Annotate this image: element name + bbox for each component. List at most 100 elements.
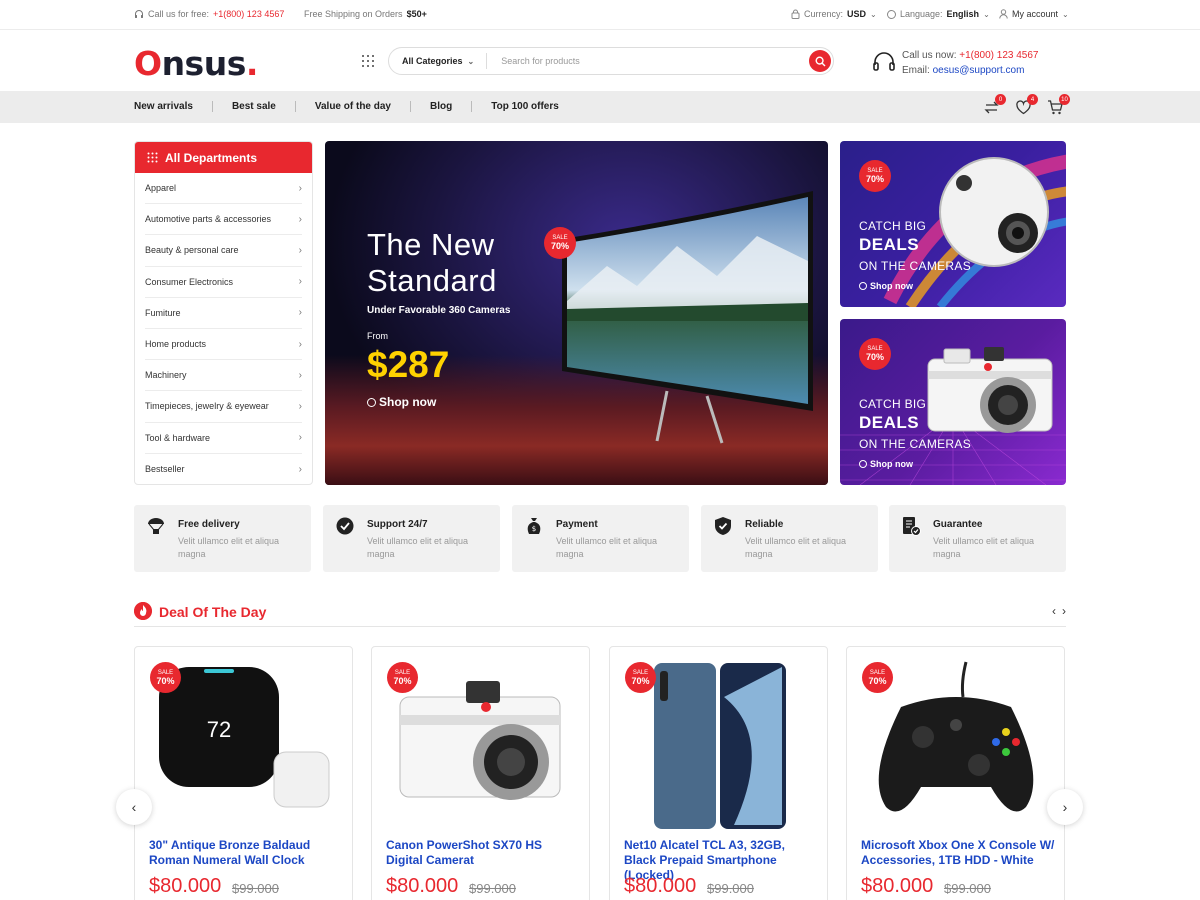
- next-arrow-icon[interactable]: ›: [1062, 604, 1066, 618]
- product-card[interactable]: 72 SALE 70% 30" Antique Bronze Baldaud Ro…: [134, 646, 353, 900]
- wishlist-count-badge: 4: [1027, 94, 1038, 105]
- product-price: $80.000: [386, 875, 459, 897]
- department-item-automotive[interactable]: Automotive parts & accessories ›: [145, 204, 302, 236]
- compare-button[interactable]: 0: [983, 94, 1006, 116]
- department-item-timepieces[interactable]: Timepieces, jewelry & eyewear ›: [145, 391, 302, 423]
- wishlist-button[interactable]: 4: [1015, 94, 1038, 116]
- main-nav: New arrivals Best sale Value of the day …: [0, 91, 1200, 123]
- circle-arrow-icon: [859, 460, 867, 468]
- department-item-machinery[interactable]: Machinery ›: [145, 360, 302, 392]
- chevron-right-icon: ›: [298, 276, 302, 288]
- 360-camera-image: [939, 157, 1049, 267]
- department-item-bestseller[interactable]: Bestseller ›: [145, 454, 302, 484]
- badge-check-icon: [336, 517, 354, 535]
- carousel-next-button[interactable]: ›: [1047, 789, 1083, 825]
- hero-price: $287: [367, 344, 450, 385]
- product-card[interactable]: SALE 70% Microsoft Xbox One X Console W/ …: [846, 646, 1065, 900]
- search-icon: [814, 55, 825, 66]
- prev-arrow-icon[interactable]: ‹: [1052, 604, 1056, 618]
- nav-best-sale[interactable]: Best sale: [213, 101, 296, 112]
- shipping-info: Free Shipping on Orders $50+: [304, 9, 427, 19]
- department-item-tools[interactable]: Tool & hardware ›: [145, 423, 302, 454]
- nav-value-of-the-day[interactable]: Value of the day: [296, 101, 411, 112]
- compare-count-badge: 0: [995, 94, 1006, 105]
- currency-value: USD: [847, 9, 867, 19]
- department-item-apparel[interactable]: Apparel ›: [145, 173, 302, 205]
- product-old-price: $99.000: [944, 881, 991, 896]
- promo-line2: DEALS: [859, 413, 920, 432]
- chevron-right-icon: ›: [298, 400, 302, 412]
- hero-shop-now-link[interactable]: Shop now: [367, 395, 436, 409]
- promo-banner-camera[interactable]: SALE 70% CATCH BIG DEALS ON THE CAMERAS S…: [840, 319, 1066, 485]
- sale-badge: SALE 70%: [859, 338, 891, 370]
- product-old-price: $99.000: [232, 881, 279, 896]
- headphone-icon: [135, 10, 143, 18]
- account-label: My account: [1012, 9, 1059, 19]
- top-call-number[interactable]: +1(800) 123 4567: [213, 9, 284, 19]
- cart-button[interactable]: 10: [1047, 94, 1070, 116]
- shield-check-icon: [715, 517, 731, 535]
- department-item-home-products[interactable]: Home products ›: [145, 329, 302, 361]
- currency-selector[interactable]: Currency: USD ⌄: [791, 9, 877, 19]
- sale-badge: SALE 70%: [544, 227, 576, 259]
- language-selector[interactable]: Language: English ⌄: [887, 9, 990, 19]
- account-menu[interactable]: My account ⌄: [999, 9, 1069, 19]
- promo-banner-360-camera[interactable]: SALE 70% CATCH BIG DEALS ON THE CAMERAS S…: [840, 141, 1066, 307]
- hero-banner[interactable]: SALE 70% The New Standard Under Favorable …: [325, 141, 828, 485]
- thermostat-temperature: 72: [207, 717, 231, 742]
- department-item-furniture[interactable]: Fumiture ›: [145, 298, 302, 329]
- category-dropdown-label: All Categories: [402, 56, 463, 66]
- site-logo[interactable]: Onsus.: [134, 44, 258, 83]
- sale-badge: SALE 70%: [625, 662, 656, 693]
- nav-blog[interactable]: Blog: [411, 101, 473, 112]
- language-label: Language:: [900, 9, 943, 19]
- user-icon: [999, 9, 1008, 19]
- tv-image: [562, 191, 813, 444]
- currency-label: Currency:: [804, 9, 844, 19]
- product-old-price: $99.000: [707, 881, 754, 896]
- deal-of-the-day-header: Deal Of The Day ‹ ›: [134, 602, 1066, 627]
- search-bar: All Categories ⌄: [388, 47, 834, 75]
- product-name[interactable]: Canon PowerShot SX70 HS Digital Camerat: [386, 838, 581, 868]
- search-input[interactable]: [501, 56, 802, 66]
- top-call-label: Call us for free:: [148, 9, 210, 19]
- call-now-number[interactable]: +1(800) 123 4567: [959, 50, 1038, 61]
- promo-shop-now-link[interactable]: Shop now: [859, 281, 913, 291]
- product-card[interactable]: SALE 70% Canon PowerShot SX70 HS Digital …: [371, 646, 590, 900]
- feature-payment: $ Payment Velit ullamco elit et aliqua m…: [512, 505, 689, 572]
- sale-badge: SALE 70%: [859, 160, 891, 192]
- parachute-icon: [148, 518, 164, 534]
- department-item-consumer-electronics[interactable]: Consumer Electronics ›: [145, 267, 302, 298]
- grid-menu-icon[interactable]: [362, 55, 374, 67]
- shipping-label: Free Shipping on Orders: [304, 9, 403, 19]
- circle-arrow-icon: [859, 282, 867, 290]
- product-price: $80.000: [149, 875, 222, 897]
- email-label: Email:: [902, 65, 930, 76]
- category-dropdown[interactable]: All Categories ⌄: [389, 53, 488, 69]
- lock-icon: [791, 9, 800, 19]
- department-item-beauty[interactable]: Beauty & personal care ›: [145, 235, 302, 267]
- hero-from-label: From: [367, 331, 388, 341]
- product-card[interactable]: SALE 70% Net10 Alcatel TCL A3, 32GB, Blac…: [609, 646, 828, 900]
- chevron-down-icon: ⌄: [1062, 9, 1069, 19]
- shipping-value: $50+: [406, 9, 427, 19]
- chevron-right-icon: ›: [298, 338, 302, 350]
- promo-line1: CATCH BIG: [859, 219, 927, 233]
- svg-text:$: $: [532, 525, 536, 533]
- promo-shop-now-link[interactable]: Shop now: [859, 459, 913, 469]
- chevron-down-icon: ⌄: [983, 9, 990, 19]
- nav-top-100-offers[interactable]: Top 100 offers: [472, 101, 578, 112]
- promo-line3: ON THE CAMERAS: [859, 259, 971, 273]
- departments-header[interactable]: All Departments: [135, 142, 312, 173]
- carousel-prev-button[interactable]: ‹: [116, 789, 152, 825]
- grid-dots-icon: [147, 152, 158, 163]
- flame-icon: [134, 602, 152, 620]
- email-link[interactable]: oesus@support.com: [933, 65, 1025, 76]
- nav-new-arrivals[interactable]: New arrivals: [134, 101, 213, 112]
- product-name[interactable]: Microsoft Xbox One X Console W/ Accessor…: [861, 838, 1056, 868]
- document-check-icon: [903, 517, 921, 536]
- search-button[interactable]: [809, 50, 831, 72]
- chevron-down-icon: ⌄: [467, 56, 475, 66]
- product-name[interactable]: 30" Antique Bronze Baldaud Roman Numeral…: [149, 838, 344, 868]
- feature-reliable: Reliable Velit ullamco elit et aliqua ma…: [701, 505, 878, 572]
